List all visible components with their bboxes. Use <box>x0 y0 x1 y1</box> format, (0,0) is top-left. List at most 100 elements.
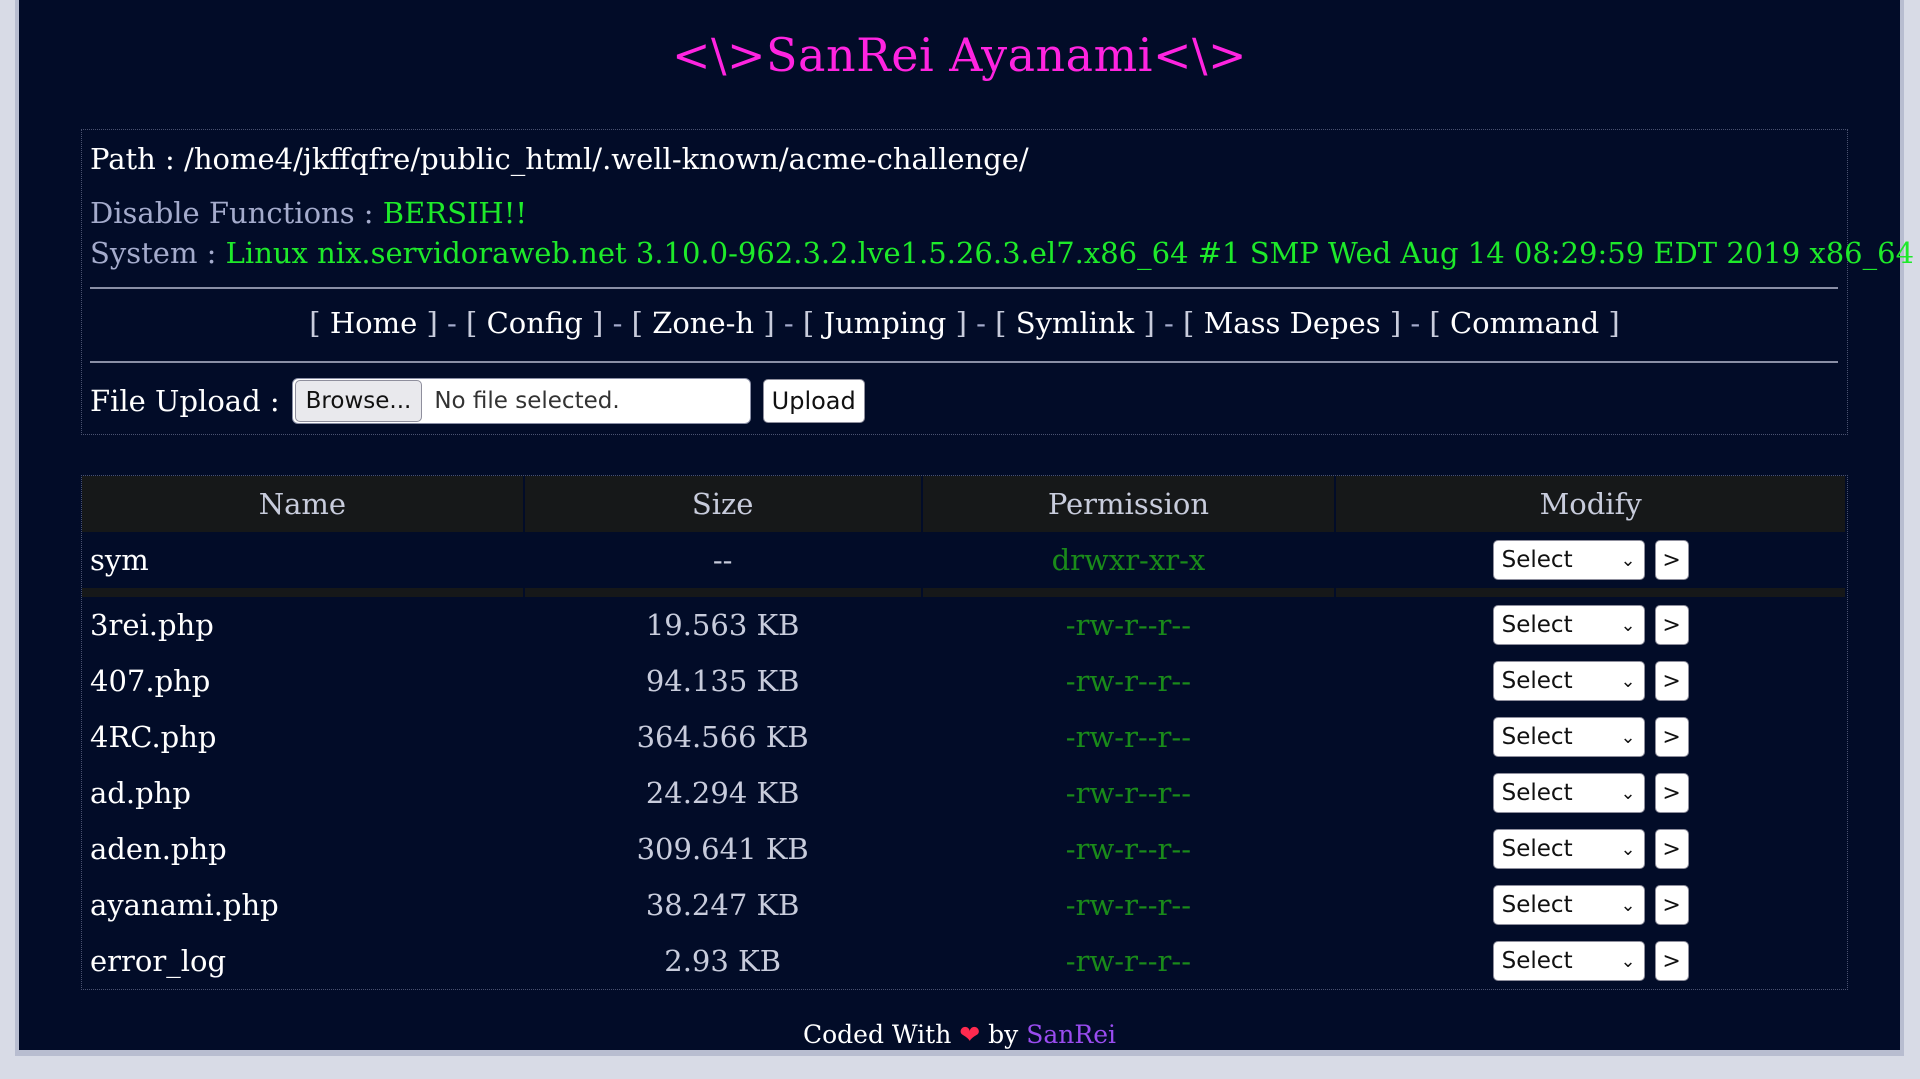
file-permission[interactable]: -rw-r--r-- <box>922 597 1336 653</box>
heart-icon: ❤ <box>959 1020 981 1049</box>
table-row: error_log 2.93 KB -rw-r--r-- Select ⌄ > <box>82 933 1846 989</box>
chevron-down-icon: ⌄ <box>1620 838 1636 860</box>
table-row: 4RC.php 364.566 KB -rw-r--r-- Select ⌄ > <box>82 709 1846 765</box>
table-row: aden.php 309.641 KB -rw-r--r-- Select ⌄ > <box>82 821 1846 877</box>
file-name[interactable]: error_log <box>82 933 524 989</box>
table-row: 407.php 94.135 KB -rw-r--r-- Select ⌄ > <box>82 653 1846 709</box>
footer-by: by <box>988 1020 1019 1049</box>
file-table: Name Size Permission Modify sym -- drwxr… <box>82 476 1847 989</box>
file-size: 309.641 KB <box>636 832 809 866</box>
file-size: 2.93 KB <box>664 944 782 978</box>
modify-cell: Select ⌄ > <box>1335 532 1846 588</box>
divider <box>90 361 1838 363</box>
file-size: 38.247 KB <box>645 888 800 922</box>
file-permission[interactable]: -rw-r--r-- <box>922 821 1336 877</box>
nav-command[interactable]: Command <box>1450 306 1599 340</box>
modify-cell: Select ⌄ > <box>1335 821 1846 877</box>
file-permission[interactable]: drwxr-xr-x <box>921 532 1336 588</box>
file-permission[interactable]: -rw-r--r-- <box>922 933 1336 989</box>
nav-config[interactable]: Config <box>487 306 583 340</box>
file-name[interactable]: 3rei.php <box>82 597 524 653</box>
modify-cell: Select ⌄ > <box>1335 709 1846 765</box>
disable-functions-value: BERSIH!! <box>382 196 528 230</box>
file-size: -- <box>523 532 922 588</box>
action-select[interactable]: Select ⌄ <box>1492 829 1645 869</box>
go-button[interactable]: > <box>1654 540 1689 580</box>
go-button[interactable]: > <box>1654 773 1689 813</box>
file-table-panel: Name Size Permission Modify sym -- drwxr… <box>81 475 1848 990</box>
chevron-down-icon: ⌄ <box>1620 614 1636 636</box>
modify-cell: Select ⌄ > <box>1335 877 1846 933</box>
action-select[interactable]: Select ⌄ <box>1492 717 1645 757</box>
disable-functions-label: Disable Functions : <box>90 196 383 230</box>
upload-button[interactable]: Upload <box>762 379 865 423</box>
file-name[interactable]: 4RC.php <box>82 709 524 765</box>
path-line: Path : /home4/jkffqfre/public_html/.well… <box>90 142 1029 176</box>
file-permission[interactable]: -rw-r--r-- <box>922 709 1336 765</box>
file-size: 94.135 KB <box>645 664 800 698</box>
go-button[interactable]: > <box>1654 717 1689 757</box>
file-name[interactable]: aden.php <box>82 821 524 877</box>
file-name[interactable]: ayanami.php <box>82 877 524 933</box>
system-value: Linux nix.servidoraweb.net 3.10.0-962.3.… <box>225 236 1915 270</box>
header-size: Size <box>523 476 923 532</box>
file-size: 19.563 KB <box>645 608 800 642</box>
author-link[interactable]: SanRei <box>1026 1020 1116 1049</box>
nav-symlink[interactable]: Symlink <box>1016 306 1135 340</box>
chevron-down-icon: ⌄ <box>1620 670 1636 692</box>
action-select[interactable]: Select ⌄ <box>1492 885 1645 925</box>
footer-prefix: Coded With <box>802 1020 952 1049</box>
path-label: Path : <box>90 142 185 176</box>
header-permission: Permission <box>921 476 1337 532</box>
go-button[interactable]: > <box>1654 941 1689 981</box>
go-button[interactable]: > <box>1654 661 1689 701</box>
file-size: 364.566 KB <box>636 720 809 754</box>
nav-menu: [ Home ] - [ Config ] - [ Zone-h ] - [ J… <box>309 306 1620 340</box>
action-select[interactable]: Select ⌄ <box>1492 661 1645 701</box>
browse-button[interactable]: Browse... <box>294 380 423 422</box>
modify-cell: Select ⌄ > <box>1335 597 1846 653</box>
action-select[interactable]: Select ⌄ <box>1492 941 1645 981</box>
system-label: System : <box>90 236 226 270</box>
nav-zone-h[interactable]: Zone-h <box>652 306 754 340</box>
file-upload-label: File Upload : <box>90 384 280 418</box>
go-button[interactable]: > <box>1654 885 1689 925</box>
modify-cell: Select ⌄ > <box>1335 933 1846 989</box>
system-line: System : Linux nix.servidoraweb.net 3.10… <box>90 236 1914 270</box>
divider <box>90 287 1838 289</box>
info-panel: Path : /home4/jkffqfre/public_html/.well… <box>81 129 1914 435</box>
file-name[interactable]: 407.php <box>82 653 524 709</box>
nav-home[interactable]: Home <box>330 306 417 340</box>
go-button[interactable]: > <box>1654 829 1689 869</box>
file-permission[interactable]: -rw-r--r-- <box>922 877 1336 933</box>
table-row: ad.php 24.294 KB -rw-r--r-- Select ⌄ > <box>82 765 1846 821</box>
action-select[interactable]: Select ⌄ <box>1492 773 1645 813</box>
table-row: sym -- drwxr-xr-x Select ⌄ > <box>82 532 1846 588</box>
nav-mass-depes[interactable]: Mass Depes <box>1204 306 1381 340</box>
file-upload-row: File Upload : Browse... No file selected… <box>90 378 865 424</box>
file-permission[interactable]: -rw-r--r-- <box>922 653 1336 709</box>
file-name[interactable]: ad.php <box>82 765 524 821</box>
file-permission[interactable]: -rw-r--r-- <box>922 765 1336 821</box>
path-value[interactable]: /home4/jkffqfre/public_html/.well-known/… <box>184 142 1029 176</box>
nav-jumping[interactable]: Jumping <box>823 306 946 340</box>
action-select[interactable]: Select ⌄ <box>1492 540 1645 580</box>
go-button[interactable]: > <box>1654 605 1689 645</box>
file-name[interactable]: sym <box>82 532 524 588</box>
chevron-down-icon: ⌄ <box>1620 549 1636 571</box>
table-header-row: Name Size Permission Modify <box>82 476 1847 532</box>
modify-cell: Select ⌄ > <box>1335 653 1846 709</box>
modify-cell: Select ⌄ > <box>1335 765 1846 821</box>
file-size: 24.294 KB <box>645 776 800 810</box>
file-input[interactable]: Browse... No file selected. <box>291 378 751 424</box>
header-modify: Modify <box>1335 476 1847 532</box>
footer: Coded With ❤ by SanRei <box>19 1020 1900 1049</box>
disable-functions-line: Disable Functions : BERSIH!! <box>90 196 527 230</box>
chevron-down-icon: ⌄ <box>1620 894 1636 916</box>
page-frame: <\>SanRei Ayanami<\> Path : /home4/jkffq… <box>15 0 1914 1056</box>
action-select[interactable]: Select ⌄ <box>1492 605 1645 645</box>
chevron-down-icon: ⌄ <box>1620 782 1636 804</box>
table-row: ayanami.php 38.247 KB -rw-r--r-- Select ⌄… <box>82 877 1846 933</box>
header-name: Name <box>82 476 525 532</box>
file-status: No file selected. <box>434 388 620 414</box>
